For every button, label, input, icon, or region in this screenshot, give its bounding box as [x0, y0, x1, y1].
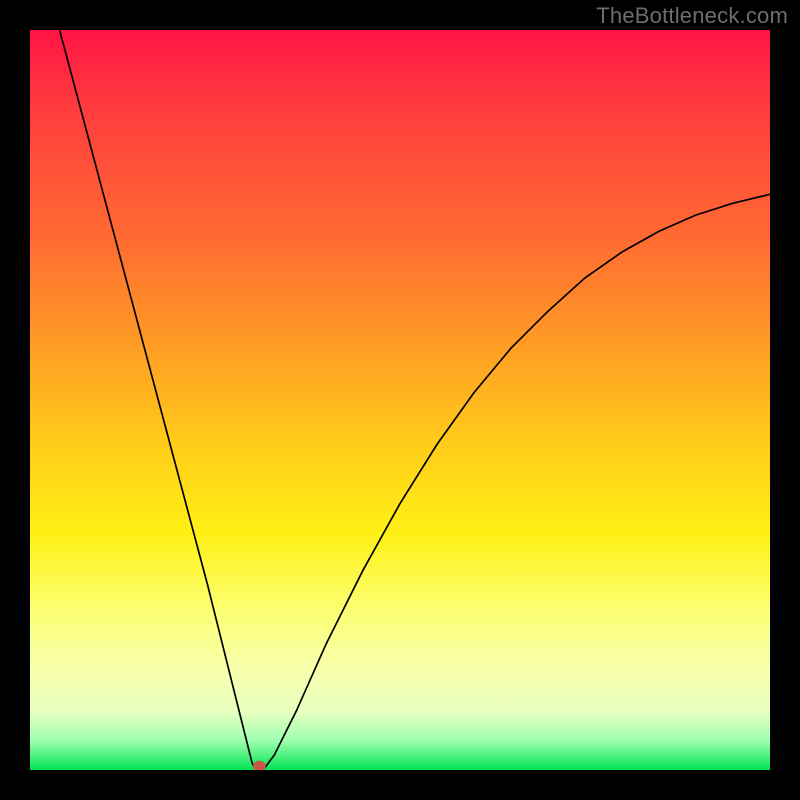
- plot-area: [30, 30, 770, 770]
- chart-svg: [30, 30, 770, 770]
- minimum-marker: [253, 761, 265, 770]
- watermark-text: TheBottleneck.com: [596, 3, 788, 29]
- curve-line: [60, 30, 770, 770]
- chart-container: TheBottleneck.com: [0, 0, 800, 800]
